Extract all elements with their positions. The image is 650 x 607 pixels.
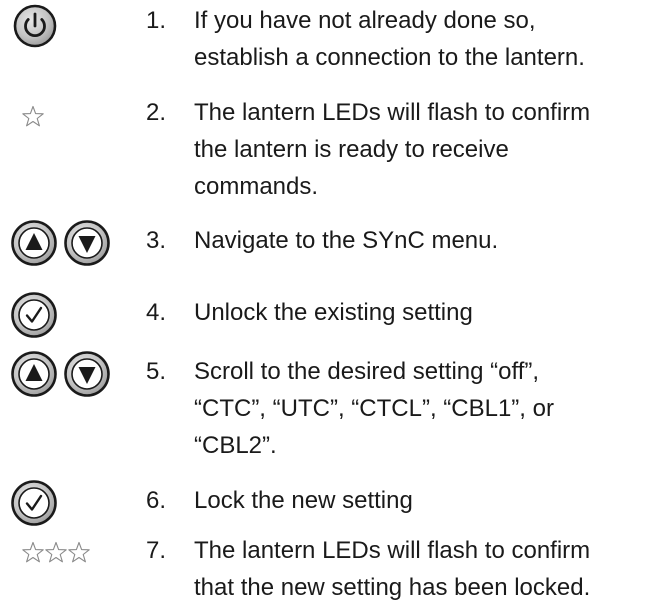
step-icons	[0, 2, 140, 50]
step-text: Scroll to the desired setting “off”, “CT…	[194, 358, 554, 459]
step-text: If you have not already done so, establi…	[194, 7, 585, 71]
up-arrow-button-icon	[11, 351, 57, 397]
up-arrow-button-icon	[11, 220, 57, 266]
step-icons	[0, 351, 140, 401]
step-icons	[0, 480, 140, 530]
down-arrow-button-icon	[64, 220, 110, 266]
step-number: 2.	[146, 99, 167, 126]
step-7: 7. The lantern LEDs will flash to confir…	[0, 532, 650, 607]
star-icon	[45, 541, 67, 563]
step-3: 3. Navigate to the SYnC menu.	[0, 220, 650, 272]
down-arrow-button-icon	[64, 351, 110, 397]
step-5: 5. Scroll to the desired setting “off”, …	[0, 351, 650, 471]
step-text: Lock the new setting	[194, 487, 413, 514]
star-icon	[22, 105, 44, 127]
step-icons	[0, 292, 140, 342]
step-1: 1. If you have not already done so, esta…	[0, 2, 650, 84]
step-number: 6.	[146, 487, 167, 514]
step-number: 3.	[146, 227, 167, 254]
step-icons	[0, 532, 140, 580]
step-icons	[0, 220, 140, 270]
check-button-icon	[11, 480, 57, 526]
step-number: 5.	[146, 358, 167, 385]
star-icon	[68, 541, 90, 563]
step-text: Navigate to the SYnC menu.	[194, 227, 499, 254]
step-number: 1.	[146, 7, 167, 34]
step-text: The lantern LEDs will flash to confirm t…	[194, 99, 591, 200]
step-text: Unlock the existing setting	[194, 299, 473, 326]
check-button-icon	[11, 292, 57, 338]
step-4: 4. Unlock the existing setting	[0, 292, 650, 344]
step-number: 4.	[146, 299, 167, 326]
step-6: 6. Lock the new setting	[0, 480, 650, 532]
star-icon	[22, 541, 44, 563]
power-button-icon	[13, 4, 57, 48]
step-text: The lantern LEDs will flash to confirm t…	[194, 537, 591, 601]
step-icons	[0, 94, 140, 142]
step-2: 2. The lantern LEDs will flash to confir…	[0, 94, 650, 212]
step-number: 7.	[146, 537, 167, 564]
